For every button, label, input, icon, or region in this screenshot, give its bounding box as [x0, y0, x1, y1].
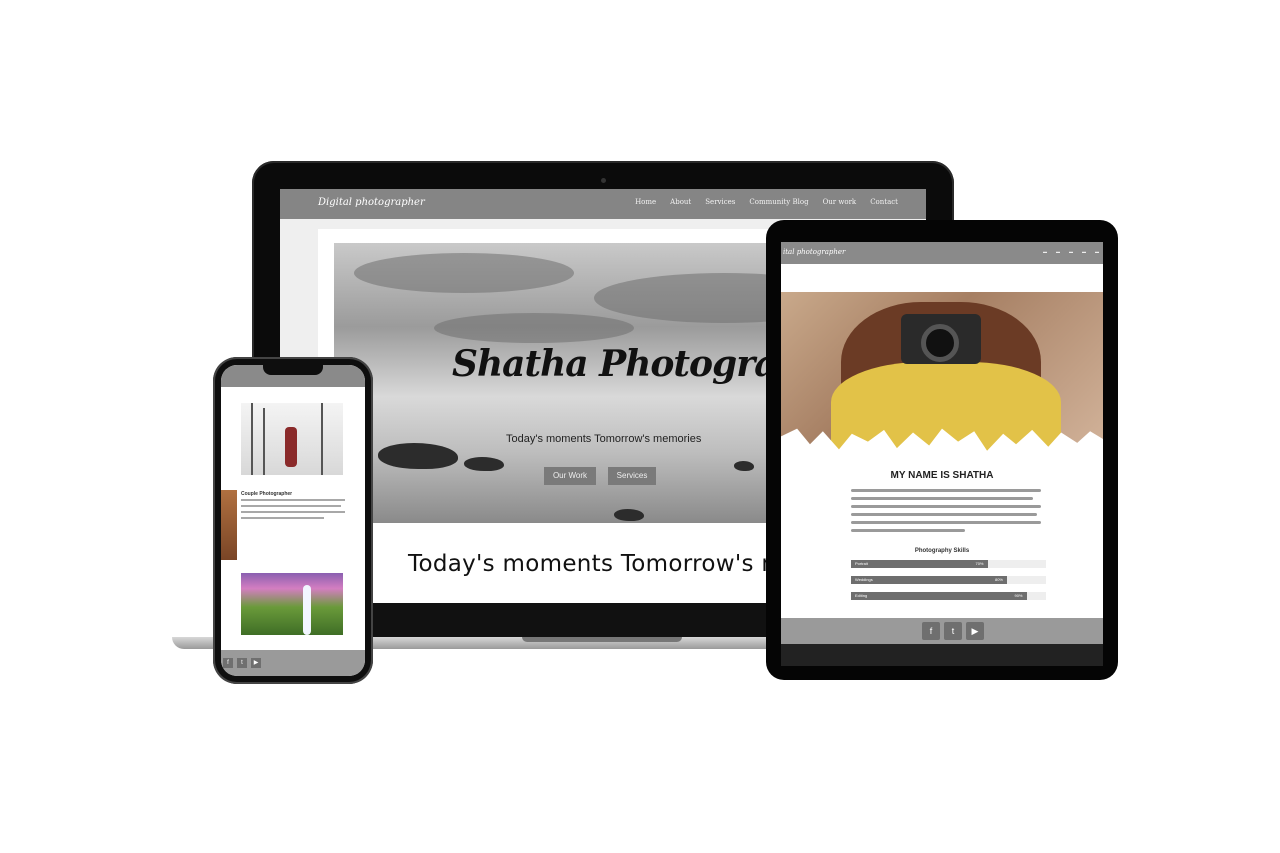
- skill-bar: Weddings 80%: [851, 576, 1046, 584]
- laptop-notch: [522, 637, 682, 642]
- our-work-button[interactable]: Our Work: [544, 467, 596, 485]
- skill-bar: Editing 90%: [851, 592, 1046, 600]
- hero-rock: [464, 457, 504, 471]
- laptop-navbar: Digital photographer Home About Services…: [280, 189, 926, 219]
- hero-rock: [734, 461, 754, 471]
- skill-fill: Editing 90%: [851, 592, 1027, 600]
- hero-tagline: Today's moments Tomorrow's memories: [506, 433, 702, 445]
- nav-community-blog[interactable]: Community Blog: [749, 198, 808, 206]
- about-heading: MY NAME IS SHATHA: [890, 470, 994, 481]
- tablet-footer: f t ▶: [781, 618, 1103, 644]
- phone-side-image: [221, 490, 237, 560]
- nav-services[interactable]: Services: [705, 198, 735, 206]
- services-button[interactable]: Services: [608, 467, 656, 485]
- tablet-screen: ital photographer ▬ ▬ ▬ ▬ ▬ MY NAME IS S…: [781, 242, 1103, 666]
- hero-cloud: [434, 313, 634, 343]
- hero-rock: [614, 509, 644, 521]
- skill-name: Weddings: [855, 577, 873, 582]
- laptop-menu: Home About Services Community Blog Our w…: [635, 198, 898, 206]
- tree: [263, 408, 265, 475]
- hero-rock: [378, 443, 458, 469]
- caption-title: Couple Photographer: [241, 491, 293, 497]
- facebook-icon[interactable]: f: [223, 658, 233, 668]
- tablet-navbar: ital photographer ▬ ▬ ▬ ▬ ▬: [781, 242, 1103, 264]
- phone-mockup: Couple Photographer f t ▶: [213, 357, 373, 684]
- phone-footer: f t ▶: [221, 650, 365, 676]
- tree: [251, 403, 253, 475]
- tablet-nav-item[interactable]: ▬: [1056, 249, 1060, 254]
- skill-name: Editing: [855, 593, 868, 598]
- nav-about[interactable]: About: [670, 198, 691, 206]
- photo-camera-lens: [921, 324, 959, 362]
- tablet-nav-item[interactable]: ▬: [1069, 249, 1073, 254]
- tablet-menu: ▬ ▬ ▬ ▬ ▬: [1043, 249, 1099, 254]
- phone-notch: [263, 365, 323, 375]
- photographer-photo: [781, 292, 1103, 452]
- facebook-icon[interactable]: f: [922, 622, 940, 640]
- youtube-icon[interactable]: ▶: [966, 622, 984, 640]
- tablet-copyright-bar: [781, 644, 1103, 666]
- youtube-icon[interactable]: ▶: [251, 658, 261, 668]
- nav-our-work[interactable]: Our work: [823, 198, 857, 206]
- skill-percent: 90%: [1014, 593, 1023, 598]
- skill-name: Portrait: [855, 561, 868, 566]
- skill-fill: Portrait 70%: [851, 560, 988, 568]
- winter-portrait-image[interactable]: [241, 403, 343, 475]
- nav-home[interactable]: Home: [635, 198, 656, 206]
- nav-contact[interactable]: Contact: [870, 198, 898, 206]
- phone-screen: Couple Photographer f t ▶: [221, 365, 365, 676]
- twitter-icon[interactable]: t: [944, 622, 962, 640]
- about-text: [851, 489, 1041, 537]
- laptop-camera: [601, 178, 606, 183]
- skill-percent: 80%: [994, 577, 1003, 582]
- tablet-nav-item[interactable]: ▬: [1043, 249, 1047, 254]
- hero-cloud: [354, 253, 574, 293]
- tablet-nav-item[interactable]: ▬: [1082, 249, 1086, 254]
- tablet-nav-item[interactable]: ▬: [1095, 249, 1099, 254]
- tablet-logo[interactable]: ital photographer: [783, 248, 845, 256]
- waterfall-image[interactable]: [241, 573, 343, 635]
- tree: [321, 403, 323, 475]
- twitter-icon[interactable]: t: [237, 658, 247, 668]
- caption-text: [241, 499, 345, 523]
- person-figure: [285, 427, 297, 467]
- skill-fill: Weddings 80%: [851, 576, 1007, 584]
- tablet-mockup: ital photographer ▬ ▬ ▬ ▬ ▬ MY NAME IS S…: [766, 220, 1118, 680]
- waterfall: [303, 585, 311, 635]
- skill-bar: Portrait 70%: [851, 560, 1046, 568]
- skills-title: Photography Skills: [914, 548, 970, 554]
- skill-percent: 70%: [975, 561, 984, 566]
- site-logo[interactable]: Digital photographer: [318, 197, 425, 208]
